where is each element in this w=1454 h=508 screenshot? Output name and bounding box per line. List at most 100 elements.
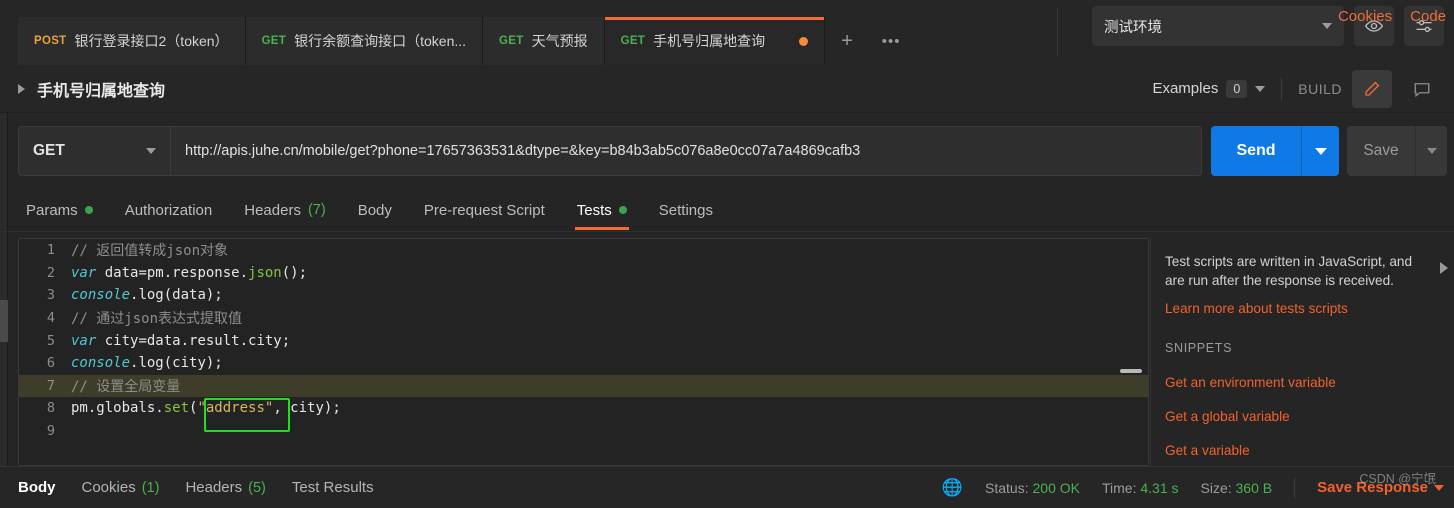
build-label[interactable]: BUILD — [1298, 81, 1342, 97]
code-token: city=data.result.city; — [96, 332, 291, 349]
code-token: var — [71, 332, 97, 349]
code-line[interactable]: 9 — [19, 420, 1148, 443]
time-label: Time: — [1101, 479, 1137, 496]
new-tab-button[interactable]: + — [825, 17, 870, 65]
request-section-tab-label: Authorization — [124, 201, 213, 219]
send-button[interactable]: Send — [1211, 126, 1301, 176]
response-tab-label: Cookies — [81, 479, 136, 496]
code-line[interactable]: 3 console.log(data); — [19, 284, 1148, 307]
globe-icon: 🌐 — [941, 477, 964, 497]
code-line-text: var city=data.result.city; — [71, 333, 290, 349]
save-button[interactable]: Save — [1347, 126, 1415, 176]
chevron-down-icon — [1322, 23, 1332, 29]
request-tab[interactable]: GET 银行余额查询接口（token... — [245, 17, 484, 65]
edit-request-button[interactable] — [1352, 69, 1392, 108]
request-tab[interactable]: GET 天气预报 — [483, 17, 605, 65]
code-line[interactable]: 5 var city=data.result.city; — [19, 329, 1148, 352]
request-section-tab[interactable]: Headers (7) — [228, 190, 341, 230]
code-line[interactable]: 4 // 通过json表达式提取值 — [19, 307, 1148, 330]
response-tab[interactable]: Cookies (1) — [82, 479, 160, 496]
request-section-tab[interactable]: Tests — [561, 190, 643, 230]
size-stat: Size: 360 B — [1201, 480, 1273, 496]
response-tab-label: Headers — [185, 479, 243, 496]
tests-script-editor[interactable]: 1 // 返回值转成json对象 2 var data=pm.response.jso… — [18, 238, 1149, 466]
snippet-link[interactable]: Get an environment variable — [1165, 373, 1438, 392]
examples-dropdown[interactable]: Examples 0 — [1152, 79, 1266, 98]
request-section-tab-label: Body — [357, 201, 392, 219]
environment-selector[interactable]: 测试环境 — [1092, 6, 1344, 46]
code-line-text: // 通过json表达式提取值 — [71, 308, 242, 328]
response-tab-count: (1) — [141, 479, 160, 496]
response-tab[interactable]: Test Results — [292, 479, 374, 496]
panel-collapse-arrow-icon[interactable] — [1440, 262, 1448, 274]
tab-method-label: GET — [261, 35, 287, 47]
code-line-text: var data=pm.response.json(); — [71, 265, 307, 281]
code-line[interactable]: 8 pm.globals.set("address", city); — [19, 397, 1148, 420]
request-section-tab-label: Pre-request Script — [423, 201, 545, 219]
request-section-tab[interactable]: Pre-request Script — [408, 190, 561, 230]
divider — [1150, 238, 1151, 466]
code-token: console — [71, 287, 131, 304]
request-section-tab[interactable]: Settings — [643, 190, 729, 230]
examples-count-badge: 0 — [1226, 79, 1248, 98]
code-link[interactable]: Code — [1410, 8, 1446, 25]
unsaved-changes-dot-icon — [799, 36, 809, 46]
http-method-label: GET — [33, 142, 65, 159]
save-response-button[interactable]: Save Response — [1317, 479, 1444, 496]
chevron-down-icon — [146, 148, 156, 154]
time-value: 4.31 s — [1140, 479, 1179, 496]
code-line[interactable]: 7 // 设置全局变量 — [19, 374, 1148, 398]
tab-title-label: 银行余额查询接口（token... — [294, 33, 467, 49]
tab-options-button[interactable]: ••• — [869, 17, 914, 65]
snippet-link[interactable]: Get a variable — [1165, 441, 1438, 460]
line-number: 6 — [46, 355, 55, 372]
chevron-down-icon — [1434, 484, 1444, 491]
divider — [1281, 77, 1283, 100]
code-token: // 返回值转成json对象 — [71, 243, 229, 260]
tab-title-label: 银行登录接口2（token） — [74, 33, 229, 49]
sidebar-resize-handle[interactable] — [0, 300, 8, 342]
code-line-text: // 返回值转成json对象 — [71, 240, 228, 260]
send-options-button[interactable] — [1301, 126, 1339, 176]
expand-triangle-icon[interactable] — [18, 83, 25, 94]
code-line[interactable]: 2 var data=pm.response.json(); — [19, 262, 1148, 285]
response-tab[interactable]: Headers (5) — [185, 479, 265, 496]
url-input[interactable]: http://apis.juhe.cn/mobile/get?phone=176… — [170, 126, 1202, 176]
code-line[interactable]: 1 // 返回值转成json对象 — [19, 239, 1148, 262]
save-response-label: Save Response — [1317, 479, 1428, 496]
request-section-tab[interactable]: Params — [18, 190, 109, 230]
modified-indicator-dot-icon — [618, 206, 627, 214]
size-label: Size: — [1200, 479, 1232, 496]
request-tab[interactable]: POST 银行登录接口2（token） — [18, 17, 246, 65]
snippet-link[interactable]: Get a global variable — [1165, 407, 1438, 426]
code-line-text: console.log(city); — [71, 355, 223, 371]
comments-button[interactable] — [1402, 70, 1442, 108]
request-section-tab[interactable]: Body — [342, 190, 408, 230]
cookies-link[interactable]: Cookies — [1338, 8, 1392, 25]
learn-more-link[interactable]: Learn more about tests scripts — [1165, 299, 1438, 318]
code-line-text: pm.globals.set("address", city); — [71, 400, 341, 416]
request-section-tab[interactable]: Authorization — [109, 190, 229, 230]
url-bar-row: GET http://apis.juhe.cn/mobile/get?phone… — [0, 121, 1454, 185]
line-number: 8 — [46, 400, 55, 417]
editor-scrollbar-thumb[interactable] — [1120, 369, 1142, 373]
snippets-heading: SNIPPETS — [1165, 340, 1233, 355]
code-token: .log(city); — [130, 355, 223, 372]
tab-title-label: 手机号归属地查询 — [653, 33, 766, 49]
line-number: 1 — [46, 242, 55, 259]
save-options-button[interactable] — [1415, 126, 1447, 176]
tab-title-label: 天气预报 — [531, 33, 588, 49]
http-method-selector[interactable]: GET — [18, 126, 170, 176]
line-number: 4 — [46, 310, 55, 327]
pencil-icon — [1365, 81, 1380, 96]
chevron-down-icon — [1255, 85, 1266, 92]
code-token: pm.globals. — [71, 400, 164, 417]
line-number: 9 — [46, 423, 55, 440]
request-section-tab-count: (7) — [307, 202, 326, 218]
request-tab[interactable]: GET 手机号归属地查询 — [604, 17, 826, 65]
line-number: 5 — [46, 332, 55, 349]
status-label: Status: — [985, 479, 1029, 496]
request-tabs-container: POST 银行登录接口2（token） GET 银行余额查询接口（token... GE… — [0, 0, 826, 65]
response-tab[interactable]: Body — [18, 479, 56, 496]
code-line[interactable]: 6 console.log(city); — [19, 352, 1148, 375]
